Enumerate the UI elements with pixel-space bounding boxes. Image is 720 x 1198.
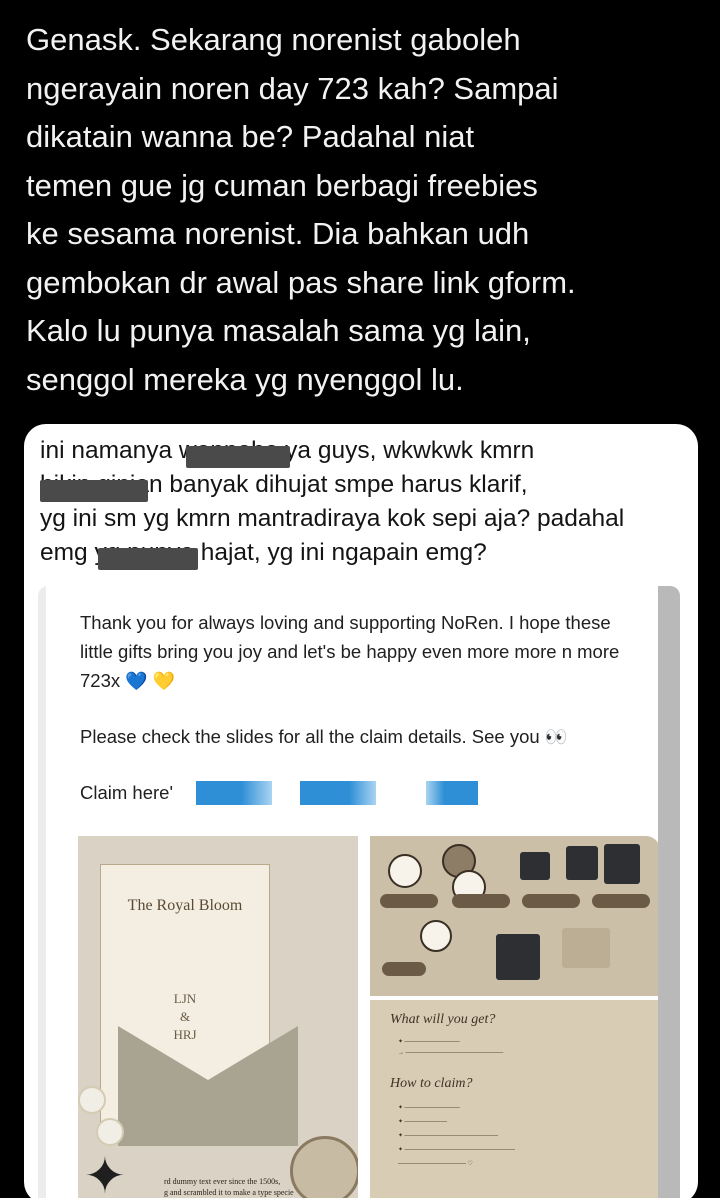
blurred-link[interactable]: [196, 781, 272, 805]
info-line: → ───────────────────────: [398, 1050, 504, 1056]
butterfly-icon: ✦: [84, 1148, 126, 1198]
info-heading-claim: How to claim?: [390, 1076, 473, 1091]
item-tag: [382, 962, 426, 976]
info-slide: What will you get? ✦ ───────────── → ───…: [370, 1000, 660, 1198]
photo-card: [496, 934, 540, 980]
flower-decoration: [96, 1118, 124, 1146]
info-line: ──────────────── ♡: [398, 1161, 473, 1167]
invitation-lorem: rd dummy text ever since the 1500s, g an…: [164, 1177, 294, 1197]
quoted-post-claim-text: Claim here': [80, 782, 173, 803]
quoted-post-card: Thank you for always loving and supporti…: [38, 586, 680, 1198]
info-line: ✦ ─────────────: [398, 1105, 460, 1111]
info-line: ✦ ─────────────: [398, 1039, 460, 1045]
quoted-post-body: Thank you for always loving and supporti…: [46, 586, 660, 1198]
tweet-media-image[interactable]: ini namanya wannabe ya guys, wkwkwk kmrn…: [24, 424, 698, 1198]
quoted-post-message: Thank you for always loving and supporti…: [80, 608, 640, 696]
info-line: ✦ ──────────────────────: [398, 1133, 499, 1139]
mirror-item: [420, 920, 452, 952]
merch-slide: [370, 836, 660, 996]
item-tag: [380, 894, 438, 908]
photo-card: [604, 844, 640, 884]
photo-card: [520, 852, 550, 880]
blurred-link[interactable]: [300, 781, 376, 805]
photo-card: [562, 928, 610, 968]
flower-decoration: [78, 1086, 106, 1114]
blurred-link[interactable]: [426, 781, 478, 805]
freebie-slides-collage: The Royal Bloom LJN & HRJ ✦ rd dummy tex…: [78, 836, 660, 1198]
invitation-slide: The Royal Bloom LJN & HRJ ✦ rd dummy tex…: [78, 836, 358, 1198]
tweet-text: Genask. Sekarang norenist gaboleh ngeray…: [26, 22, 576, 397]
item-tag: [592, 894, 650, 908]
info-line: ✦ ──────────: [398, 1119, 448, 1125]
scrollbar[interactable]: [658, 586, 680, 1198]
info-line: ✦ ──────────────────────────: [398, 1147, 516, 1153]
hearts-emoji: 💙 💛: [125, 671, 176, 691]
redaction-bar: [186, 446, 290, 468]
redaction-bar: [40, 480, 148, 502]
redaction-bar: [98, 548, 198, 570]
pin-item: [388, 854, 422, 888]
item-tag: [522, 894, 580, 908]
invitation-title: The Royal Bloom: [127, 897, 243, 914]
info-heading-get: What will you get?: [390, 1012, 496, 1027]
photo-card: [566, 846, 598, 880]
item-tag: [452, 894, 510, 908]
quoted-post-check-text: Please check the slides for all the clai…: [80, 726, 568, 747]
